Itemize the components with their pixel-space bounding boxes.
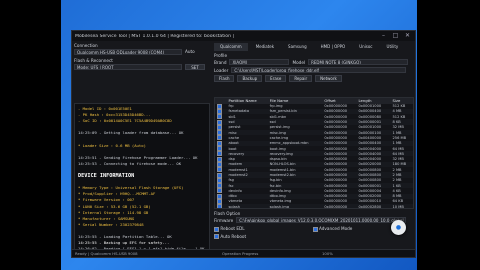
firmware-label: Firmware (214, 217, 234, 223)
model-label: Model (292, 59, 306, 65)
advanced-mode-label: Advanced Mode (318, 226, 353, 231)
action-toolbar: Flash Backup Erase Repair Network (214, 75, 414, 82)
flash-option-label: Flash Option (214, 211, 241, 216)
port-select[interactable]: Qualcomm HS-USB QDLoader 9008 (COM4) (74, 49, 182, 55)
checkbox-icon (217, 177, 222, 183)
checkbox-icon (312, 226, 318, 232)
tab-qualcomm[interactable]: Qualcomm (214, 43, 248, 51)
checkbox-icon (217, 193, 222, 199)
checkbox-icon (217, 188, 222, 194)
loader-path-input[interactable]: C:\Users\MST\Loader\prog_firehose_ddr.el… (231, 67, 407, 73)
checkbox-icon (217, 161, 222, 167)
tab-hmd-oppo[interactable]: HMD | OPPO (315, 43, 352, 51)
checkbox-icon (217, 124, 222, 130)
checkbox-icon (214, 226, 219, 232)
checkbox-icon (217, 119, 222, 125)
auto-reboot-checkbox[interactable]: Auto Reboot (214, 233, 414, 239)
tab-utility[interactable]: Utility (381, 43, 405, 51)
table-row[interactable]: splash splash.img 0x00000000 0x00002800 10 M… (215, 204, 413, 209)
checkbox-icon (217, 204, 222, 208)
reboot-edl-label: Reboot EDL (220, 226, 245, 231)
reboot-edl-checkbox[interactable]: Reboot EDL (214, 226, 245, 232)
erase-button[interactable]: Erase (265, 75, 287, 82)
right-panel: Qualcomm Mediatek Samsung HMD | OPPO Unisoc U… (214, 43, 414, 257)
tab-samsung[interactable]: Samsung (282, 43, 313, 51)
checkbox-icon (217, 108, 222, 114)
left-panel: Connection Qualcomm HS-USB QDLoader 9008… (74, 43, 212, 257)
checkbox-icon (217, 167, 222, 173)
tab-mediatek[interactable]: Mediatek (250, 43, 280, 51)
loader-label: Loader (214, 67, 229, 73)
connection-label: Connection (74, 43, 98, 48)
row-checkbox[interactable] (215, 204, 226, 208)
brand-tabs: Qualcomm Mediatek Samsung HMD | OPPO Unisoc U… (214, 43, 414, 51)
checkbox-icon (217, 146, 222, 152)
set-button[interactable]: SET (185, 64, 205, 70)
table-cell: splash (228, 204, 240, 209)
checkbox-icon (217, 172, 222, 178)
brand-label: Brand (214, 59, 227, 65)
checkbox-icon (217, 140, 222, 146)
flash-reconnect-label: Flash & Reconnect (74, 58, 113, 63)
brand-select[interactable]: XIAOMI (229, 59, 290, 65)
title-bar: Mobilesea Service Tool | MST 1.0.1.0 64 … (72, 31, 415, 41)
app-window: Mobilesea Service Tool | MST 1.0.1.0 64 … (71, 30, 416, 258)
backup-button[interactable]: Backup (237, 75, 263, 82)
close-button[interactable]: ✕ (403, 32, 412, 40)
checkbox-icon (217, 135, 222, 141)
checkbox-icon (217, 151, 222, 157)
log-line: 14:25:51 - Sending Firehose Programmer L… (78, 154, 198, 160)
flash-button[interactable]: Flash (214, 75, 235, 82)
checkbox-icon (217, 198, 222, 204)
checkbox-icon (217, 103, 222, 109)
maximize-button[interactable]: □ (391, 32, 400, 40)
table-cell: 10 MB (392, 204, 404, 209)
model-select[interactable]: REDMI NOTE 8 (GINKGO) (308, 59, 409, 65)
advanced-mode-checkbox[interactable]: Advanced Mode (312, 226, 353, 232)
auto-reboot-label: Auto Reboot (220, 233, 247, 239)
status-left: Ready | Qualcomm HS-USB 9008 (75, 251, 138, 256)
tab-unisoc[interactable]: Unisoc (353, 43, 378, 51)
checkbox-icon (217, 156, 222, 162)
table-cell: 0x00000000 (324, 204, 348, 209)
checkbox-icon (217, 114, 222, 120)
profile-label: Profile (214, 53, 228, 58)
auto-checkbox[interactable]: Auto (185, 49, 195, 55)
repair-button[interactable]: Repair (289, 75, 313, 82)
status-percent: 100% (322, 251, 333, 256)
table-cell: splash.img (269, 204, 290, 209)
window-title: Mobilesea Service Tool | MST 1.0.1.0 64 … (75, 33, 235, 39)
network-button[interactable]: Network (315, 75, 342, 82)
status-progress-label: Operation Progress (222, 251, 259, 256)
firmware-path-input[interactable]: C:\Fw\ginkgo_global_images_V12.0.3.0.QCO… (236, 217, 407, 223)
log-console: - Model ID : 0x001E50E1- PK Hash : 0xcc3… (74, 103, 210, 255)
partition-table: Partition Name File Name Offset Length Size … (214, 97, 414, 209)
checkbox-icon (214, 234, 219, 239)
minimize-button[interactable]: – (379, 32, 388, 40)
table-cell: 0x00002800 (358, 204, 382, 209)
chat-icon[interactable]: ● (391, 220, 406, 235)
status-bar: Ready | Qualcomm HS-USB 9008 Operation P… (72, 249, 415, 257)
storage-select[interactable]: Mode: UFS | ROOT (74, 64, 182, 70)
checkbox-icon (217, 183, 222, 189)
checkbox-icon (217, 130, 222, 136)
